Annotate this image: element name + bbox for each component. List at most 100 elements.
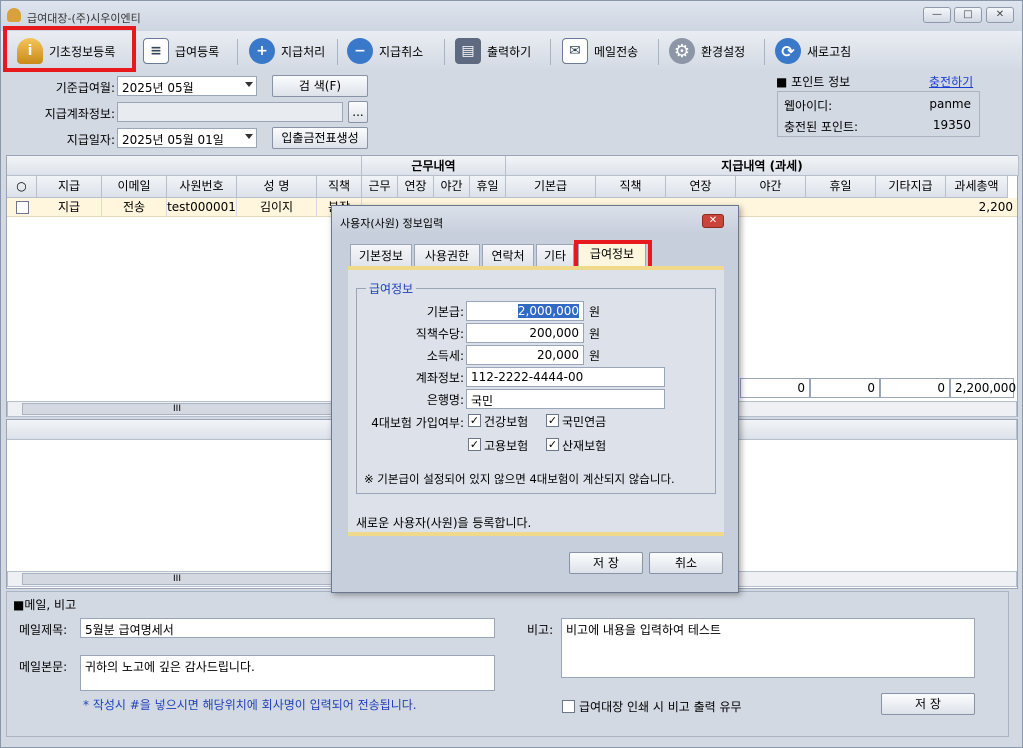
note-textarea[interactable]: 비고에 내용을 입력하여 테스트 — [561, 618, 975, 678]
account-browse-button[interactable]: ... — [348, 101, 368, 123]
column-header[interactable]: 기타지급 — [876, 176, 946, 198]
column-header[interactable]: 연장 — [398, 176, 434, 198]
toolbar-pay-cancel-button[interactable]: − 지급취소 — [341, 33, 429, 69]
plus-circle-icon: + — [249, 38, 275, 64]
pay-info-panel: 급여정보 기본급: 2,000,000 원 직책수당: 200,000 원 소득… — [348, 266, 724, 536]
mail-save-button[interactable]: 저 장 — [881, 693, 975, 715]
toolbar-pay-process-button[interactable]: + 지급처리 — [243, 33, 331, 69]
dialog-close-button[interactable]: ✕ — [702, 214, 724, 228]
grid-header-blank — [7, 156, 362, 176]
industrial-insurance-label: 산재보험 — [562, 439, 607, 453]
base-month-select[interactable]: 2025년 05월 — [117, 76, 257, 96]
sum-holiday: 0 — [810, 378, 880, 398]
column-header[interactable]: 야간 — [434, 176, 470, 198]
pay-date-select[interactable]: 2025년 05월 01일 — [117, 128, 257, 148]
chevron-down-icon — [245, 134, 253, 139]
toolbar-print-button[interactable]: ▤ 출력하기 — [449, 33, 537, 69]
toolbar-refresh-button[interactable]: ⟳ 새로고침 — [769, 33, 857, 69]
close-button[interactable]: ✕ — [986, 7, 1014, 23]
account-input[interactable] — [117, 102, 343, 122]
toolbar-label: 지급취소 — [379, 44, 424, 59]
mail-subject-input[interactable]: 5월분 급여명세서 — [80, 618, 495, 638]
printer-icon: ▤ — [455, 38, 481, 64]
account-info-input[interactable]: 112-2222-4444-00 — [466, 367, 665, 387]
won-unit: 원 — [589, 327, 601, 341]
column-header[interactable]: 이메일 — [102, 176, 167, 198]
minimize-button[interactable]: — — [923, 7, 951, 23]
row-emp-no: test000001 — [167, 198, 237, 216]
mail-hint: * 작성시 #을 넣으시면 해당위치에 회사명이 입력되어 전송됩니다. — [83, 698, 417, 712]
column-header[interactable]: 성 명 — [237, 176, 317, 198]
toolbar-settings-button[interactable]: ⚙ 환경설정 — [663, 33, 751, 69]
group-work-header: 근무내역 — [362, 156, 506, 176]
scroll-thumb[interactable]: III — [22, 403, 332, 415]
scroll-thumb[interactable]: III — [22, 573, 332, 585]
slip-create-button[interactable]: 입출금전표생성 — [272, 127, 368, 149]
base-pay-input[interactable]: 2,000,000 — [466, 301, 584, 321]
column-header[interactable]: 휴일 — [806, 176, 876, 198]
dialog-cancel-button[interactable]: 취소 — [649, 552, 723, 574]
dialog-save-button[interactable]: 저 장 — [569, 552, 643, 574]
column-header[interactable]: 기본급 — [506, 176, 596, 198]
toolbar-mail-send-button[interactable]: ✉ 메일전송 — [556, 33, 644, 69]
employment-insurance-checkbox[interactable]: ✓ — [468, 438, 481, 451]
position-allowance-input[interactable]: 200,000 — [466, 323, 584, 343]
row-name: 김이지 — [237, 198, 317, 216]
maximize-button[interactable]: □ — [954, 7, 982, 23]
column-header[interactable]: 야간 — [736, 176, 806, 198]
health-insurance-label: 건강보험 — [484, 415, 529, 429]
column-header[interactable]: ○ — [7, 176, 37, 198]
column-header[interactable]: 지급 — [37, 176, 102, 198]
minus-circle-icon: − — [347, 38, 373, 64]
column-header[interactable]: 연장 — [666, 176, 736, 198]
won-unit: 원 — [589, 349, 601, 363]
pay-info-group-title: 급여정보 — [366, 280, 417, 297]
sum-total: 2,200,000 — [950, 378, 1016, 398]
bank-name-input[interactable]: 국민 — [466, 389, 665, 409]
base-month-value: 2025년 05월 — [122, 81, 194, 95]
dialog-title: 사용자(사원) 정보입력 — [340, 217, 444, 230]
toolbar-pay-register-button[interactable]: ≡ 급여등록 — [137, 33, 225, 69]
column-header[interactable]: 직책 — [317, 176, 362, 198]
search-button[interactable]: 검 색(F) — [272, 75, 368, 97]
charged-label: 충전된 포인트: — [784, 120, 859, 134]
mail-header: ■메일, 비고 — [13, 598, 77, 612]
tab-permission[interactable]: 사용권한 — [414, 244, 480, 268]
window-title: 급여대장-(주)시우이엔티 — [27, 12, 141, 25]
print-note-checkbox[interactable] — [562, 700, 575, 713]
points-header: ■ 포인트 정보 — [776, 75, 851, 89]
bank-name-label: 은행명: — [426, 393, 464, 407]
mail-section: ■메일, 비고 메일제목: 5월분 급여명세서 메일본문: 귀하의 노고에 깊은… — [6, 591, 1009, 737]
toolbar-label: 새로고침 — [807, 44, 852, 59]
base-month-label: 기준급여월: — [55, 81, 115, 95]
row-taxable-total: 2,200 — [978, 200, 1013, 214]
note-label: 비고: — [527, 623, 554, 637]
column-header[interactable]: 사원번호 — [167, 176, 237, 198]
base-pay-label: 기본급: — [426, 305, 464, 319]
chevron-down-icon — [245, 82, 253, 87]
tab-contact[interactable]: 연락처 — [482, 244, 534, 268]
webid-label: 웹아이디: — [784, 99, 833, 113]
tab-basic[interactable]: 기본정보 — [350, 244, 412, 268]
mail-body-textarea[interactable]: 귀하의 노고에 깊은 감사드립니다. — [80, 655, 495, 691]
pension-checkbox[interactable]: ✓ — [546, 414, 559, 427]
webid-value: panme — [929, 97, 971, 111]
base-pay-value: 2,000,000 — [517, 304, 579, 318]
column-header[interactable]: 직책 — [596, 176, 666, 198]
tab-etc[interactable]: 기타 — [536, 244, 574, 268]
row-checkbox[interactable] — [16, 201, 29, 214]
health-insurance-checkbox[interactable]: ✓ — [468, 414, 481, 427]
toolbar-label: 급여등록 — [175, 44, 220, 59]
dialog-status: 새로운 사용자(사원)을 등록합니다. — [356, 516, 532, 530]
industrial-insurance-checkbox[interactable]: ✓ — [546, 438, 559, 451]
won-unit: 원 — [589, 305, 601, 319]
print-note-label: 급여대장 인쇄 시 비고 출력 유무 — [579, 700, 742, 714]
account-info-label: 계좌정보: — [415, 371, 464, 385]
column-header[interactable]: 휴일 — [470, 176, 506, 198]
charge-link[interactable]: 충전하기 — [929, 73, 973, 90]
employment-insurance-label: 고용보험 — [484, 439, 529, 453]
insurance-label: 4대보험 가입여부: — [371, 416, 464, 430]
column-header[interactable]: 근무 — [362, 176, 398, 198]
column-header[interactable]: 과세총액 — [946, 176, 1008, 198]
income-tax-input[interactable]: 20,000 — [466, 345, 584, 365]
